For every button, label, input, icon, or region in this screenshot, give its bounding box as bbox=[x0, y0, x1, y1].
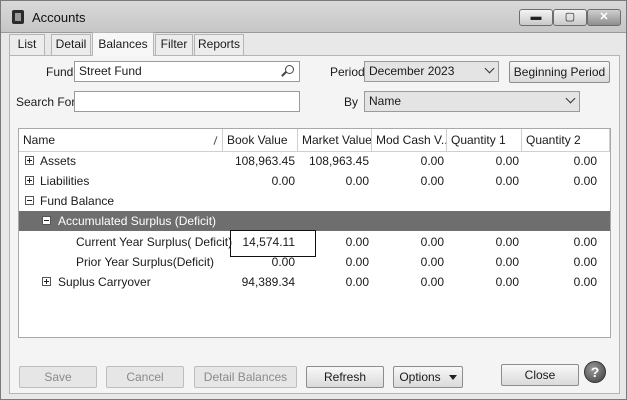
table-row[interactable]: Liabilities 0.00 0.00 0.00 0.00 0.00 bbox=[19, 171, 610, 191]
column-header-book-value[interactable]: Book Value bbox=[223, 129, 298, 152]
close-window-button[interactable]: ✕ bbox=[587, 9, 621, 26]
fund-value: Street Fund bbox=[79, 64, 142, 78]
column-header-mod-cash-value[interactable]: Mod Cash V... bbox=[372, 129, 447, 152]
close-button[interactable]: Close bbox=[501, 364, 579, 386]
minimize-button[interactable]: ▬ bbox=[519, 9, 553, 26]
expand-icon[interactable] bbox=[25, 176, 34, 185]
title-bar: Accounts ▬ ▢ ✕ bbox=[1, 1, 626, 33]
chevron-down-icon bbox=[565, 93, 576, 104]
detail-balances-button[interactable]: Detail Balances bbox=[194, 366, 297, 388]
by-value: Name bbox=[369, 94, 402, 108]
table-row[interactable]: Assets 108,963.45 108,963.45 0.00 0.00 0… bbox=[19, 151, 610, 171]
period-select[interactable]: December 2023 bbox=[364, 61, 499, 82]
tab-list[interactable]: List bbox=[9, 34, 45, 55]
cancel-button[interactable]: Cancel bbox=[106, 366, 184, 388]
column-header-market-value[interactable]: Market Value bbox=[298, 129, 372, 152]
table-row[interactable]: Fund Balance bbox=[19, 191, 610, 211]
search-input[interactable] bbox=[74, 91, 300, 112]
search-for-label: Search For bbox=[16, 95, 76, 109]
beginning-period-button[interactable]: Beginning Period bbox=[509, 61, 610, 83]
by-label: By bbox=[344, 95, 359, 109]
app-icon bbox=[12, 10, 24, 24]
chevron-down-icon bbox=[484, 63, 495, 74]
tab-filter[interactable]: Filter bbox=[155, 34, 193, 55]
fund-label: Fund bbox=[46, 65, 74, 79]
balances-grid: Name Book Value Market Value Mod Cash V.… bbox=[18, 128, 611, 338]
tab-balances[interactable]: Balances bbox=[92, 32, 154, 56]
table-row[interactable]: Suplus Carryover 94,389.34 0.00 0.00 0.0… bbox=[19, 272, 610, 292]
tab-detail[interactable]: Detail bbox=[51, 34, 91, 55]
refresh-button[interactable]: Refresh bbox=[306, 366, 384, 388]
column-header-name[interactable]: Name bbox=[19, 129, 223, 152]
tab-reports[interactable]: Reports bbox=[194, 34, 244, 55]
search-icon[interactable] bbox=[280, 64, 294, 78]
maximize-button[interactable]: ▢ bbox=[553, 9, 587, 26]
period-label: Period bbox=[330, 65, 365, 79]
period-value: December 2023 bbox=[369, 64, 455, 78]
column-header-quantity-1[interactable]: Quantity 1 bbox=[447, 129, 522, 152]
collapse-icon[interactable] bbox=[42, 216, 51, 225]
window-title: Accounts bbox=[32, 10, 86, 25]
expand-icon[interactable] bbox=[25, 156, 34, 165]
save-button[interactable]: Save bbox=[19, 366, 97, 388]
table-row-selected[interactable]: Accumulated Surplus (Deficit) bbox=[19, 211, 610, 231]
options-button[interactable]: Options bbox=[393, 366, 463, 388]
help-icon[interactable]: ? bbox=[584, 361, 606, 383]
sort-icon bbox=[213, 136, 218, 145]
expand-icon[interactable] bbox=[42, 277, 51, 286]
accounts-window: Accounts ▬ ▢ ✕ List Detail Balances Filt… bbox=[0, 0, 627, 400]
column-header-quantity-2[interactable]: Quantity 2 bbox=[522, 129, 610, 152]
by-select[interactable]: Name bbox=[364, 91, 580, 112]
cell-focus-indicator bbox=[230, 230, 316, 257]
fund-input[interactable]: Street Fund bbox=[74, 61, 300, 82]
collapse-icon[interactable] bbox=[25, 196, 34, 205]
dropdown-arrow-icon bbox=[448, 375, 457, 380]
